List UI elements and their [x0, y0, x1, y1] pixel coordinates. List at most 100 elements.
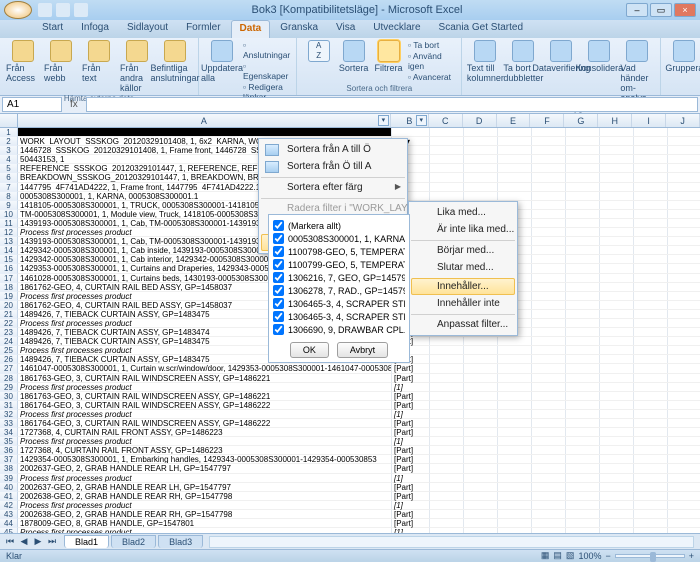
row-header[interactable]: 15 — [0, 255, 18, 264]
column-header[interactable]: F — [530, 114, 564, 127]
ribbon-button[interactable]: Från webb — [44, 40, 78, 83]
filter-check-item[interactable]: (Markera allt) — [273, 219, 405, 232]
row-header[interactable]: 12 — [0, 228, 18, 237]
row-header[interactable]: 23 — [0, 328, 18, 337]
cell-range[interactable] — [430, 464, 700, 473]
cell-range[interactable] — [430, 364, 700, 373]
row-header[interactable]: 34 — [0, 428, 18, 437]
cell[interactable]: 2002638-GEO, 2, GRAB HANDLE REAR RH, GP=… — [18, 510, 392, 519]
menu-item[interactable]: Anpassat filter... — [411, 314, 515, 333]
cell[interactable]: 1861764-GEO, 3, CURTAIN RAIL WINDSCREEN … — [18, 401, 392, 410]
cell-range[interactable] — [430, 519, 700, 528]
column-header-b[interactable]: B▾ — [391, 114, 429, 127]
row-header[interactable]: 13 — [0, 237, 18, 246]
ribbon-tab[interactable]: Data — [231, 20, 271, 38]
column-header[interactable]: D — [463, 114, 497, 127]
cell-range[interactable] — [430, 337, 700, 346]
cell-range[interactable] — [430, 410, 700, 419]
ribbon-small-button[interactable]: Ta bort — [408, 40, 455, 50]
sheet-tab[interactable]: Blad1 — [64, 535, 109, 548]
filter-check-item[interactable]: 1306465-3, 4, SCRAPER STRIP E — [273, 297, 405, 310]
row-header[interactable]: 8 — [0, 192, 18, 201]
close-button[interactable]: × — [674, 3, 696, 17]
sheet-nav-last[interactable]: ⏭ — [46, 536, 58, 547]
qat-redo-icon[interactable] — [74, 3, 88, 17]
row-header[interactable]: 25 — [0, 346, 18, 355]
cell[interactable]: [Part] — [392, 428, 430, 437]
ribbon-button[interactable]: Ta bort dubbletter — [506, 40, 540, 83]
row-header[interactable]: 18 — [0, 283, 18, 292]
horizontal-scrollbar[interactable] — [209, 536, 694, 548]
ribbon-small-button[interactable]: Använd igen — [408, 51, 455, 71]
cell-range[interactable] — [430, 155, 700, 164]
cell[interactable]: 1727368, 4, CURTAIN RAIL FRONT ASSY, GP=… — [18, 428, 392, 437]
ribbon-button[interactable]: Dataverifiering — [544, 40, 578, 73]
row-header[interactable]: 10 — [0, 210, 18, 219]
checkbox[interactable] — [273, 259, 284, 270]
cell-range[interactable] — [430, 374, 700, 383]
ribbon-button[interactable]: Från text — [82, 40, 116, 83]
checkbox[interactable] — [273, 246, 284, 257]
sheet-tab[interactable]: Blad3 — [158, 535, 203, 548]
cell[interactable]: [Part] — [392, 364, 430, 373]
ribbon-tab[interactable]: Start — [34, 20, 71, 38]
minimize-button[interactable]: – — [626, 3, 648, 17]
ribbon-small-button[interactable]: Anslutningar — [243, 40, 290, 60]
row-header[interactable]: 19 — [0, 292, 18, 301]
cell[interactable]: [1] — [392, 383, 430, 392]
cell[interactable]: [Part] — [392, 483, 430, 492]
menu-item[interactable]: Börjar med... — [411, 240, 515, 259]
cell[interactable]: 2002638-GEO, 2, GRAB HANDLE REAR RH, GP=… — [18, 492, 392, 501]
filter-check-item[interactable]: 1100799-GEO, 5, TEMPERATUR S — [273, 258, 405, 271]
ribbon-tab[interactable]: Formler — [178, 20, 228, 38]
cell[interactable]: [1] — [392, 410, 430, 419]
cell[interactable]: 1727368, 4, CURTAIN RAIL FRONT ASSY, GP=… — [18, 446, 392, 455]
filter-check-item[interactable]: 0005308S300001, 1, KARNA, 000 — [273, 232, 405, 245]
ribbon-button[interactable]: Från andra källor — [120, 40, 154, 93]
row-header[interactable]: 21 — [0, 310, 18, 319]
ribbon-button[interactable]: Gruppera — [667, 40, 700, 93]
cell[interactable]: Process first processes product — [18, 474, 392, 483]
cell-range[interactable] — [430, 455, 700, 464]
row-header[interactable]: 22 — [0, 319, 18, 328]
zoom-slider[interactable] — [615, 554, 685, 558]
qat-save-icon[interactable] — [38, 3, 52, 17]
cell[interactable]: [Part] — [392, 492, 430, 501]
checkbox[interactable] — [273, 272, 284, 283]
row-header[interactable]: 37 — [0, 455, 18, 464]
row-header[interactable]: 3 — [0, 146, 18, 155]
row-header[interactable]: 30 — [0, 392, 18, 401]
menu-item[interactable]: Sortera efter färg▶ — [261, 177, 405, 196]
fx-icon[interactable]: fx — [64, 99, 84, 110]
ok-button[interactable]: OK — [290, 342, 329, 358]
filter-button[interactable]: Filtrera — [373, 40, 404, 73]
cell[interactable]: 1861763-GEO, 3, CURTAIN RAIL WINDSCREEN … — [18, 374, 392, 383]
cell-range[interactable] — [430, 346, 700, 355]
row-header[interactable]: 31 — [0, 401, 18, 410]
cell[interactable]: [1] — [392, 474, 430, 483]
cell-range[interactable] — [430, 183, 700, 192]
cell[interactable]: 1878009-GEO, 8, GRAB HANDLE, GP=1547801 — [18, 519, 392, 528]
cell-range[interactable] — [430, 137, 700, 146]
cancel-button[interactable]: Avbryt — [337, 342, 388, 358]
filter-check-item[interactable]: 1100798-GEO, 5, TEMPERATUR S — [273, 245, 405, 258]
filter-check-item[interactable]: 1306216, 7, GEO, GP=1457986 — [273, 271, 405, 284]
cell-range[interactable] — [430, 419, 700, 428]
column-header[interactable]: E — [497, 114, 531, 127]
sort-az-button[interactable]: AZ — [303, 40, 334, 63]
row-header[interactable]: 14 — [0, 246, 18, 255]
filter-dropdown-b[interactable]: ▾ — [416, 115, 427, 126]
cell[interactable]: Process first processes product — [18, 501, 392, 510]
menu-item[interactable]: Lika med... — [411, 204, 515, 221]
cell-range[interactable] — [430, 401, 700, 410]
ribbon-button[interactable]: Konsolidera — [582, 40, 616, 73]
ribbon-tab[interactable]: Utvecklare — [365, 20, 428, 38]
row-header[interactable]: 20 — [0, 301, 18, 310]
row-header[interactable]: 17 — [0, 274, 18, 283]
cell-range[interactable] — [430, 192, 700, 201]
checkbox[interactable] — [273, 311, 284, 322]
filter-check-item[interactable]: 1306690, 9, DRAWBAR CPL., GP — [273, 323, 405, 336]
cell-range[interactable] — [430, 446, 700, 455]
refresh-all-button[interactable]: Uppdatera alla — [205, 40, 239, 83]
row-header[interactable]: 29 — [0, 383, 18, 392]
